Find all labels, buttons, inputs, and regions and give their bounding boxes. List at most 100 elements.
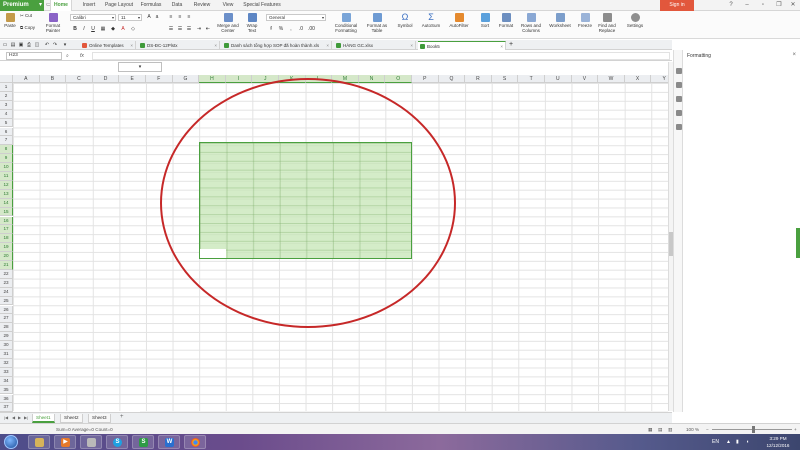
sign-in-button[interactable]: Sign in <box>660 0 694 11</box>
row-header[interactable]: 17 <box>0 225 13 235</box>
font-size-select[interactable]: 11 ▾ <box>118 14 142 21</box>
new-document-icon[interactable]: ▭ <box>2 42 8 48</box>
find-replace-button[interactable]: Find and Replace <box>596 13 618 33</box>
indent-icon[interactable]: ⇥ <box>196 26 202 32</box>
zoom-icon[interactable]: ⌕ <box>66 52 69 60</box>
rows-columns-button[interactable]: Rows and Columns <box>518 13 544 33</box>
help-icon[interactable]: ? <box>724 0 738 11</box>
bold-icon[interactable]: B <box>72 26 78 32</box>
column-header[interactable]: G <box>172 75 200 83</box>
underline-icon[interactable]: U <box>90 26 96 32</box>
format-button[interactable]: Format <box>496 13 516 28</box>
function-icon[interactable]: fx <box>80 52 84 60</box>
row-header[interactable]: 5 <box>0 118 13 128</box>
close-tab-icon[interactable]: × <box>214 41 217 50</box>
row-header[interactable]: 20 <box>0 252 13 261</box>
row-header[interactable]: 1 <box>0 83 13 92</box>
font-name-select[interactable]: Calibri ▾ <box>70 14 116 21</box>
close-icon[interactable]: × <box>792 52 796 58</box>
document-tab[interactable]: Danh sách tổng hợp SOP đã hoàn thành.xls… <box>222 41 332 50</box>
close-tab-icon[interactable]: × <box>410 41 413 50</box>
row-header[interactable]: 26 <box>0 305 13 315</box>
formula-input[interactable] <box>92 52 670 60</box>
percent-icon[interactable]: % <box>278 26 284 32</box>
align-top-icon[interactable]: ≡ <box>168 14 174 20</box>
close-tab-icon[interactable]: × <box>326 41 329 50</box>
row-header[interactable]: 36 <box>0 394 13 404</box>
clear-format-icon[interactable]: ◇ <box>130 26 136 32</box>
row-header[interactable]: 19 <box>0 243 13 253</box>
sheet-tab[interactable]: Sheet3 <box>88 414 111 423</box>
column-header[interactable]: V <box>571 75 599 83</box>
column-header[interactable]: T <box>518 75 545 83</box>
backup-icon[interactable] <box>676 110 682 116</box>
align-bottom-icon[interactable]: ≡ <box>186 14 192 20</box>
row-header[interactable]: 32 <box>0 358 13 368</box>
autosum-button[interactable]: Σ AutoSum <box>420 13 442 29</box>
undo-icon[interactable]: ↶ <box>44 42 50 48</box>
font-color-icon[interactable]: A <box>120 26 126 32</box>
pane-collapse-handle[interactable] <box>796 228 800 258</box>
close-icon[interactable]: ✕ <box>786 0 800 11</box>
conditional-formatting-button[interactable]: Conditional Formatting <box>332 13 360 33</box>
zoom-slider-handle[interactable] <box>752 426 755 433</box>
menu-tab-insert[interactable]: Insert <box>78 0 100 11</box>
column-header[interactable]: S <box>491 75 519 83</box>
format-painter-button[interactable]: Format Painter <box>42 13 64 33</box>
language-indicator[interactable]: EN <box>712 434 719 450</box>
start-button[interactable] <box>4 435 18 449</box>
row-header[interactable]: 10 <box>0 163 13 172</box>
redo-icon[interactable]: ↷ <box>52 42 58 48</box>
autofilter-button[interactable]: AutoFilter <box>446 13 472 28</box>
row-header[interactable]: 28 <box>0 323 13 333</box>
row-header[interactable]: 21 <box>0 261 13 270</box>
outdent-icon[interactable]: ⇤ <box>205 26 211 32</box>
row-header[interactable]: 37 <box>0 403 13 413</box>
currency-icon[interactable]: ₫ <box>268 26 274 32</box>
grow-font-icon[interactable]: A <box>146 14 152 20</box>
taskbar-explorer[interactable] <box>28 435 50 449</box>
merge-center-button[interactable]: Merge and Center <box>216 13 240 33</box>
wrap-text-button[interactable]: Wrap Text <box>243 13 261 33</box>
tray-arrow-icon[interactable]: ▲ <box>726 434 731 450</box>
fill-color-icon[interactable]: ◆ <box>110 26 116 32</box>
taskbar-chrome[interactable] <box>184 435 206 449</box>
menu-tab-review[interactable]: Review <box>191 0 213 11</box>
row-header[interactable]: 9 <box>0 154 13 164</box>
column-header[interactable]: R <box>465 75 492 83</box>
shapes-icon[interactable] <box>676 96 682 102</box>
name-box[interactable]: H23 <box>6 52 62 60</box>
copy-button[interactable]: ⧉ Copy <box>20 25 42 30</box>
first-sheet-icon[interactable]: |◀ <box>4 415 8 420</box>
column-header[interactable]: Q <box>438 75 466 83</box>
menu-tab-page-layout[interactable]: Page Layout <box>104 0 134 11</box>
comma-style-icon[interactable]: , <box>288 26 294 32</box>
column-header[interactable]: U <box>545 75 572 83</box>
taskbar-writer[interactable]: W <box>158 435 180 449</box>
row-header[interactable]: 31 <box>0 350 13 359</box>
open-icon[interactable]: ▤ <box>10 42 16 48</box>
italic-icon[interactable]: I <box>81 26 87 32</box>
print-preview-icon[interactable]: ◫ <box>34 42 40 48</box>
paste-button[interactable]: Paste <box>2 13 18 28</box>
symbol-button[interactable]: Ω Symbol <box>395 13 415 29</box>
select-icon[interactable] <box>676 82 682 88</box>
row-header[interactable]: 14 <box>0 198 13 208</box>
prev-sheet-icon[interactable]: ◀ <box>12 415 15 420</box>
sort-button[interactable]: Sort <box>476 13 494 28</box>
row-header[interactable]: 33 <box>0 367 13 377</box>
cut-button[interactable]: ✂ Cut <box>20 13 42 18</box>
row-header[interactable]: 6 <box>0 127 13 137</box>
restore-icon[interactable]: ❐ <box>772 0 786 11</box>
save-icon[interactable]: ▣ <box>18 42 24 48</box>
row-header[interactable]: 22 <box>0 269 13 279</box>
worksheet-button[interactable]: Worksheet <box>548 13 572 28</box>
row-header[interactable]: 13 <box>0 189 13 199</box>
row-header[interactable]: 8 <box>0 145 13 155</box>
close-tab-icon[interactable]: × <box>500 42 503 50</box>
sheet-tab[interactable]: Sheet1 <box>32 414 55 423</box>
taskbar-spreadsheets[interactable]: S <box>132 435 154 449</box>
column-header[interactable]: C <box>66 75 93 83</box>
row-header[interactable]: 16 <box>0 216 13 226</box>
column-header[interactable]: I <box>225 75 253 83</box>
